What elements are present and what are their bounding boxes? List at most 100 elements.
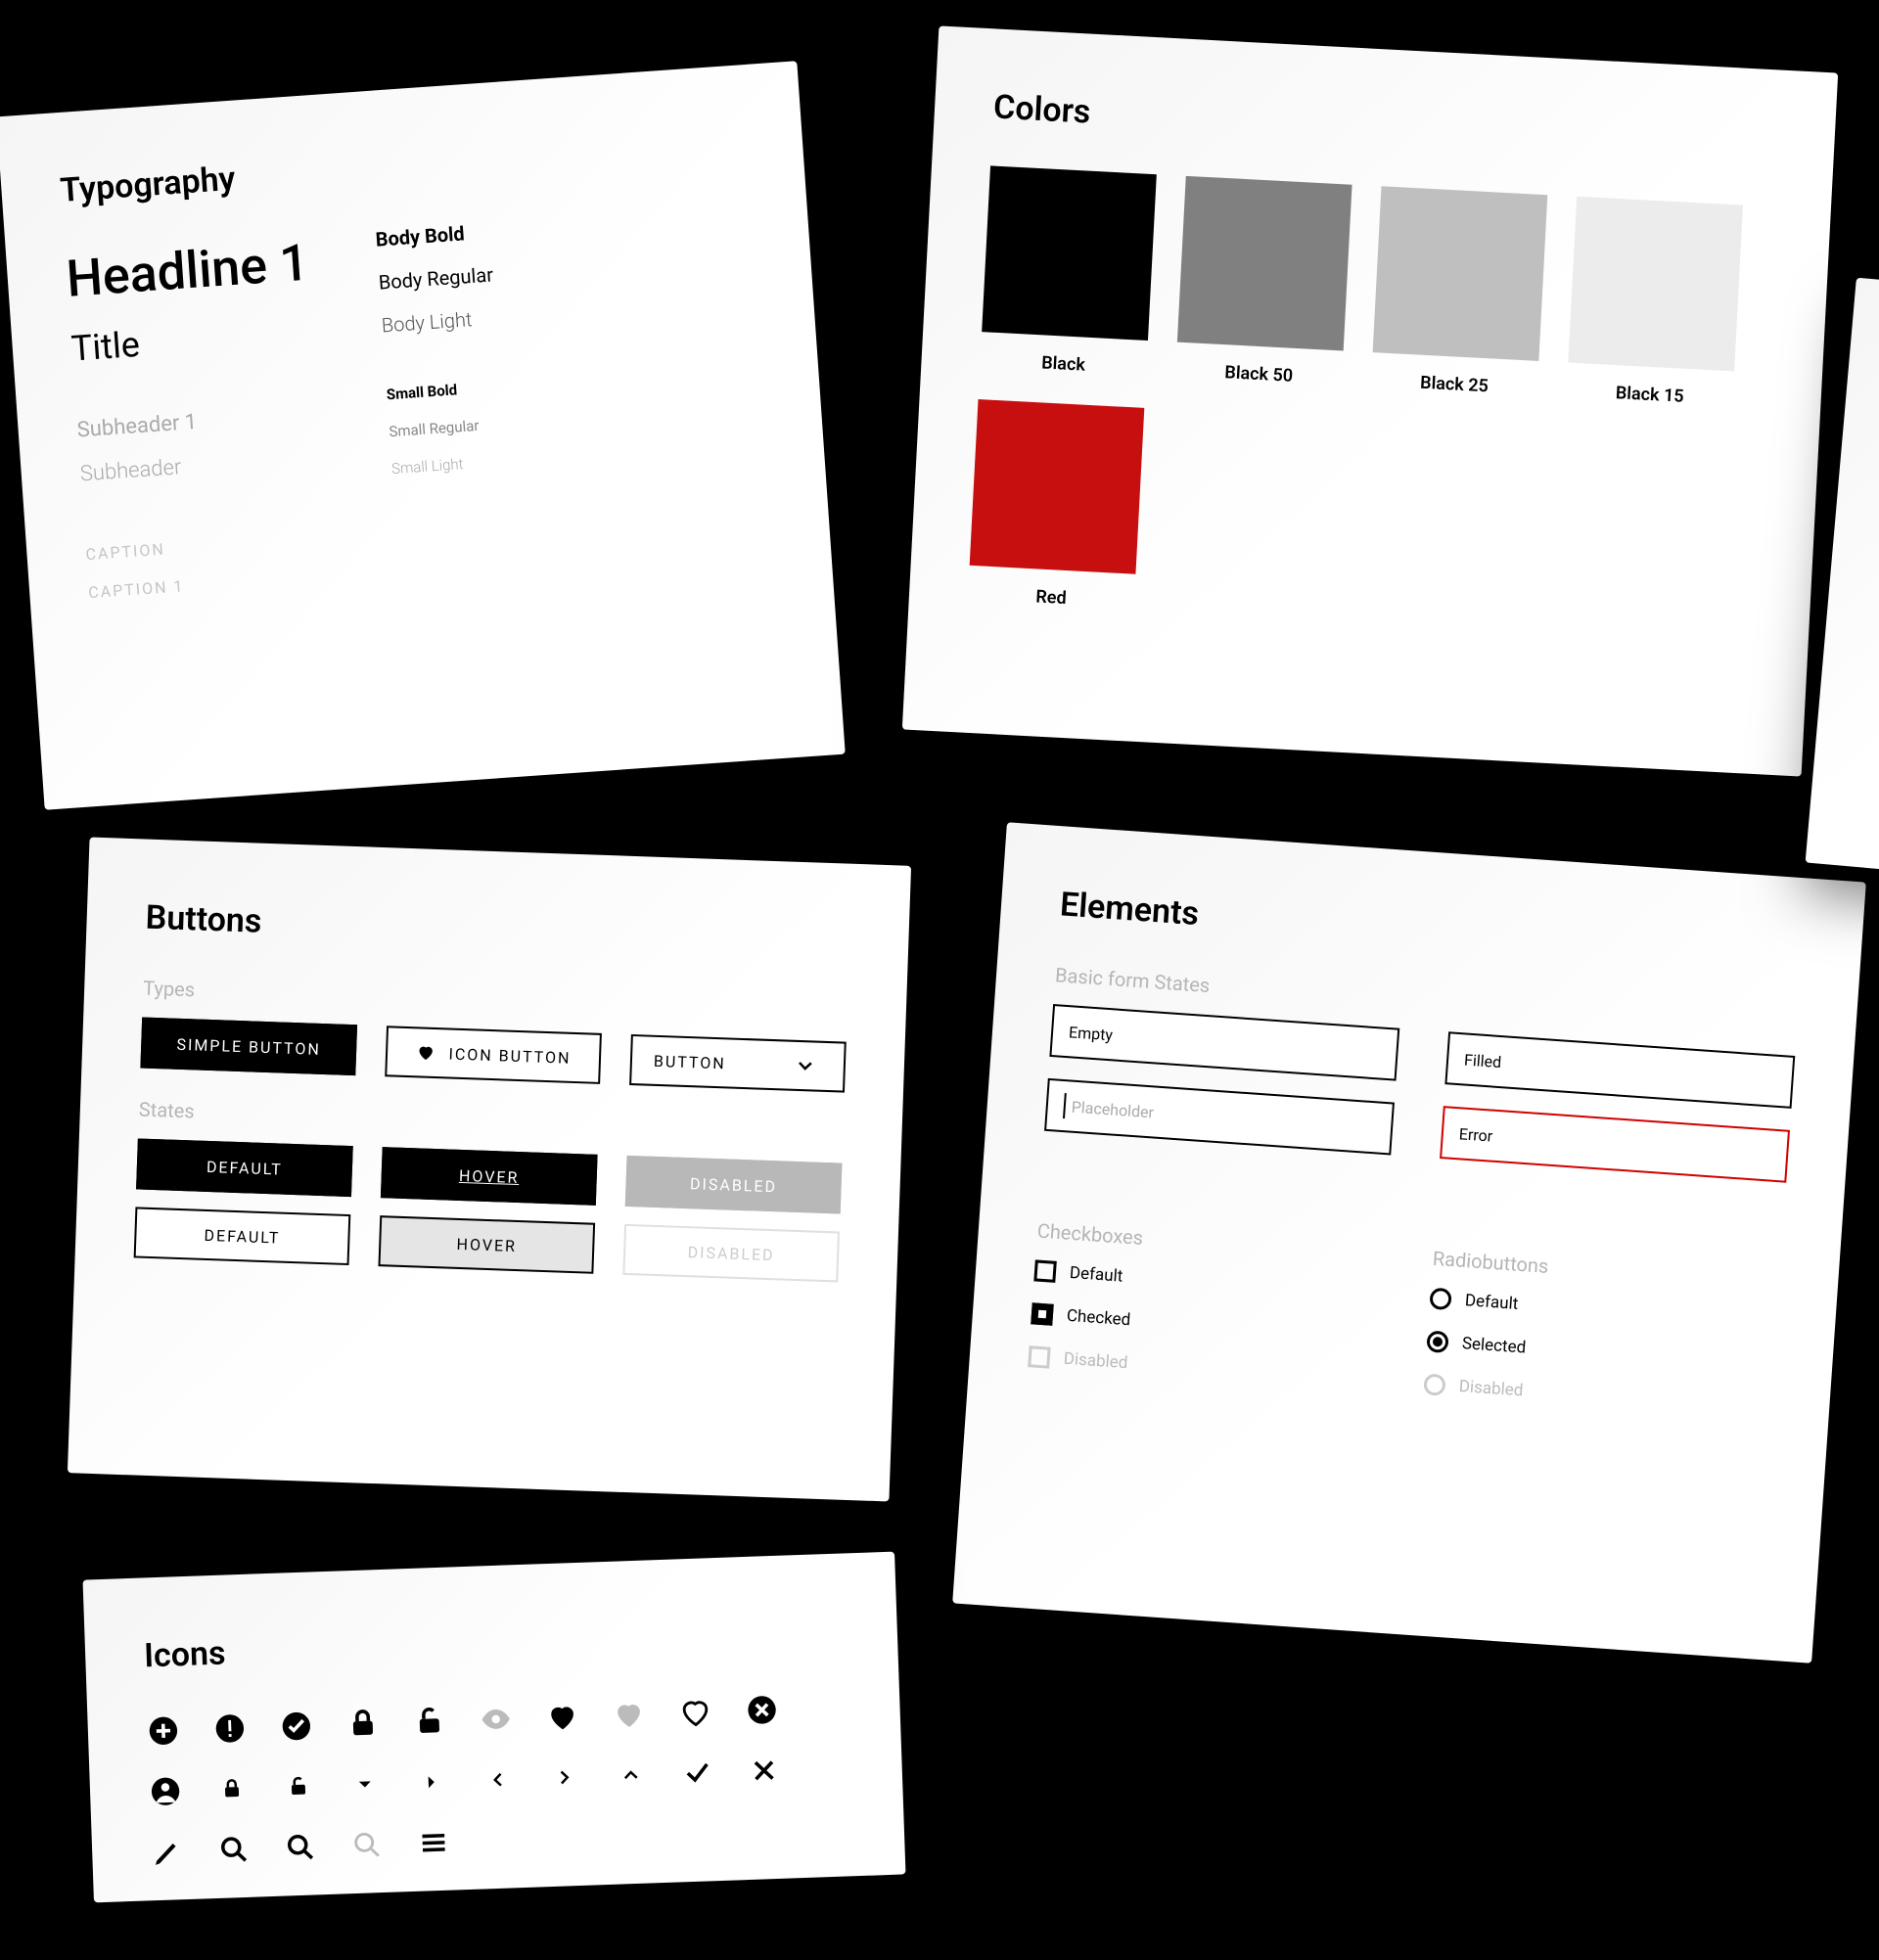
checkbox-icon	[1028, 1345, 1050, 1368]
buttons-panel: Buttons Types SIMPLE BUTTON ICON BUTTON …	[68, 838, 911, 1502]
dropdown-button-label: BUTTON	[654, 1051, 726, 1072]
swatch-black: Black	[980, 165, 1157, 379]
input-placeholder[interactable]: Placeholder	[1044, 1078, 1395, 1156]
input-empty[interactable]: Empty	[1049, 1004, 1399, 1081]
close-icon	[747, 1754, 781, 1788]
heart-filled-icon	[545, 1700, 579, 1734]
checkbox-label: Default	[1069, 1263, 1123, 1287]
radio-selected[interactable]: Selected	[1426, 1331, 1774, 1377]
chevron-right-icon	[547, 1760, 581, 1795]
radio-label: Default	[1464, 1291, 1519, 1314]
input-value: Filled	[1464, 1050, 1502, 1071]
check-icon	[680, 1755, 714, 1790]
radio-icon	[1429, 1288, 1451, 1310]
default-solid-button[interactable]: DEFAULT	[136, 1138, 353, 1197]
lock-open-icon	[412, 1705, 446, 1739]
zoom-light-icon	[350, 1828, 385, 1862]
plus-circle-icon	[146, 1713, 180, 1748]
checkbox-checked[interactable]: Checked	[1031, 1302, 1379, 1348]
swatch-label: Black 25	[1420, 373, 1489, 397]
buttons-states-label: States	[139, 1097, 844, 1145]
alert-circle-icon	[212, 1711, 247, 1746]
body-regular-sample: Body Regular	[378, 262, 494, 294]
chevron-up-icon	[614, 1758, 648, 1793]
dropdown-button[interactable]: BUTTON	[629, 1034, 847, 1093]
typography-title: Typography	[59, 123, 745, 210]
button-label: DEFAULT	[206, 1157, 283, 1178]
hover-solid-button[interactable]: HOVER	[381, 1147, 598, 1206]
swatch-grid: Black Black 50 Black 25 Black 15 Red	[968, 165, 1772, 644]
lock-open-small-icon	[281, 1769, 315, 1803]
checkbox-default[interactable]: Default	[1033, 1259, 1382, 1305]
title-sample: Title	[70, 311, 315, 369]
elements-title: Elements	[1059, 885, 1804, 976]
icon-button-label: ICON BUTTON	[448, 1044, 572, 1067]
button-label: HOVER	[456, 1234, 517, 1254]
headline-1-sample: Headline 1	[65, 233, 311, 309]
small-light-sample: Small Light	[391, 452, 507, 478]
lock-small-icon	[214, 1772, 249, 1806]
subheader-sample: Subheader	[79, 445, 323, 486]
input-error[interactable]: Error	[1440, 1106, 1790, 1183]
small-bold-sample: Small Bold	[386, 378, 501, 403]
caret-right-icon	[414, 1765, 448, 1800]
radiobuttons-label: Radiobuttons	[1432, 1247, 1780, 1295]
heart-outline-icon	[678, 1695, 712, 1729]
disabled-solid-button: DISABLED	[625, 1156, 843, 1214]
disabled-outline-button: DISABLED	[622, 1224, 840, 1283]
simple-button-label: SIMPLE BUTTON	[176, 1034, 321, 1058]
icons-title: Icons	[144, 1613, 840, 1676]
checkbox-disabled: Disabled	[1028, 1345, 1376, 1391]
typography-panel: Typography Headline 1 Title Subheader 1 …	[0, 61, 846, 809]
radio-icon	[1423, 1373, 1445, 1395]
swatch-black-25: Black 25	[1371, 186, 1548, 399]
swatch-label: Black 50	[1224, 362, 1294, 387]
swatch-label: Black 15	[1615, 383, 1684, 407]
input-placeholder-text: Placeholder	[1071, 1097, 1154, 1121]
hover-outline-button[interactable]: HOVER	[378, 1215, 595, 1274]
caret-down-icon	[347, 1767, 382, 1801]
checkbox-label: Checked	[1066, 1306, 1131, 1331]
heart-icon	[415, 1035, 449, 1070]
default-outline-button[interactable]: DEFAULT	[134, 1207, 351, 1265]
buttons-types-label: Types	[143, 977, 848, 1025]
lock-icon	[345, 1707, 380, 1741]
eye-icon	[479, 1702, 513, 1736]
swatch-box	[1373, 186, 1548, 361]
buttons-title: Buttons	[145, 898, 850, 962]
chevron-down-icon	[788, 1049, 822, 1083]
swatch-red: Red	[968, 399, 1145, 613]
menu-icon	[417, 1826, 451, 1860]
subheader-1-sample: Subheader 1	[76, 401, 320, 442]
x-circle-icon	[745, 1693, 779, 1727]
radio-label: Disabled	[1458, 1377, 1524, 1401]
input-filled[interactable]: Filled	[1444, 1031, 1795, 1109]
colors-panel: Colors Black Black 50 Black 25 Black 15 …	[902, 25, 1838, 776]
chevron-left-icon	[481, 1762, 515, 1797]
search-icon	[217, 1833, 252, 1867]
heart-grey-icon	[612, 1698, 646, 1732]
radio-default[interactable]: Default	[1429, 1288, 1777, 1334]
radio-label: Selected	[1461, 1334, 1527, 1358]
text-cursor-icon	[1063, 1093, 1067, 1118]
checkboxes-label: Checkboxes	[1036, 1218, 1385, 1266]
radio-disabled: Disabled	[1423, 1373, 1771, 1419]
check-circle-icon	[279, 1709, 313, 1743]
radio-selected-icon	[1426, 1331, 1448, 1353]
button-label: DISABLED	[690, 1174, 778, 1196]
swatch-label: Red	[1035, 586, 1067, 609]
swatch-black-50: Black 50	[1175, 176, 1352, 389]
simple-button[interactable]: SIMPLE BUTTON	[140, 1018, 357, 1076]
zoom-in-icon	[284, 1830, 318, 1864]
caption-1-sample: CAPTION 1	[88, 567, 332, 602]
body-bold-sample: Body Bold	[375, 220, 491, 251]
icons-panel: Icons	[82, 1552, 905, 1903]
button-label: DEFAULT	[204, 1225, 280, 1247]
swatch-box	[1568, 197, 1743, 372]
icon-button[interactable]: ICON BUTTON	[385, 1026, 602, 1084]
button-label: DISABLED	[687, 1243, 775, 1264]
swatch-box	[1177, 176, 1352, 351]
pencil-icon	[151, 1835, 185, 1869]
small-regular-sample: Small Regular	[389, 415, 504, 440]
checkbox-checked-icon	[1031, 1302, 1053, 1325]
